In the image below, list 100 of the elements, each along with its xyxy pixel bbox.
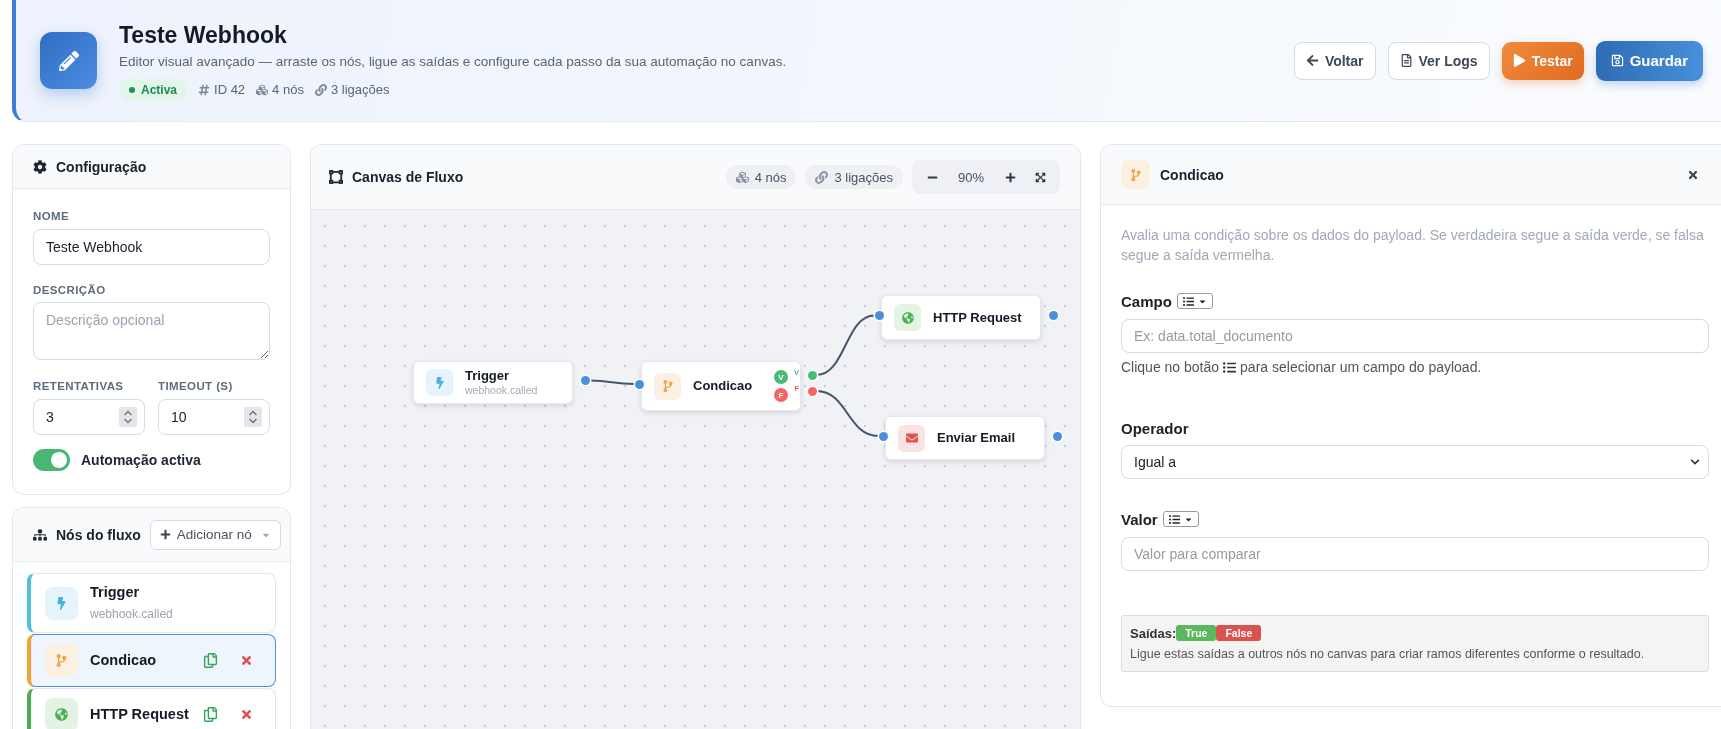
globe-icon bbox=[45, 698, 78, 729]
zoom-level: 90% bbox=[957, 169, 985, 185]
output-badge: F bbox=[774, 388, 788, 402]
flow-node[interactable]: Trigger webhook.called bbox=[413, 361, 573, 404]
input-port-icon[interactable] bbox=[878, 431, 888, 441]
name-field[interactable]: Teste Webhook bbox=[33, 229, 270, 265]
sitemap-icon bbox=[33, 527, 47, 542]
pencil-icon bbox=[40, 32, 97, 89]
cubes-icon bbox=[735, 170, 749, 184]
copy-icon[interactable] bbox=[203, 707, 218, 722]
node-title: Trigger bbox=[465, 368, 511, 384]
input-port-icon[interactable] bbox=[874, 311, 884, 320]
chevron-down-icon bbox=[1690, 457, 1700, 467]
node-title: HTTP Request bbox=[933, 309, 1022, 326]
outputs-label: Saídas: bbox=[1130, 625, 1177, 641]
save-button[interactable]: Guardar bbox=[1595, 40, 1703, 81]
bolt-icon bbox=[45, 586, 78, 620]
field-label: Valor bbox=[1121, 510, 1158, 528]
bolt-icon bbox=[426, 369, 453, 396]
meta-label: 4 nós bbox=[272, 82, 304, 97]
node-list-item[interactable]: HTTP Request bbox=[27, 688, 276, 729]
text-field[interactable]: Valor para comparar bbox=[1121, 537, 1709, 571]
output-port-icon[interactable] bbox=[1052, 431, 1062, 441]
toggle-label: Automação activa bbox=[81, 452, 201, 468]
field-label: DESCRIÇÃO bbox=[33, 283, 107, 297]
output-badge: False bbox=[1216, 625, 1262, 641]
node-name: HTTP Request bbox=[90, 705, 189, 724]
link-icon bbox=[314, 83, 327, 96]
cross-icon[interactable] bbox=[240, 654, 253, 667]
field-picker-button[interactable] bbox=[1162, 511, 1199, 527]
node-list-item[interactable]: Condicao bbox=[27, 634, 276, 687]
meta-label: ID 42 bbox=[214, 82, 246, 97]
stat-label: 4 nós bbox=[754, 169, 787, 185]
node-list-item[interactable]: Trigger webhook.called bbox=[27, 573, 276, 633]
panel-title: Condicao bbox=[1160, 166, 1224, 183]
output-badge: V bbox=[774, 370, 788, 384]
output-port-icon[interactable] bbox=[580, 376, 590, 385]
branch-icon bbox=[1121, 160, 1150, 189]
description-field[interactable]: Descrição opcional bbox=[33, 302, 270, 360]
status-dot-icon bbox=[129, 86, 135, 93]
plus-icon bbox=[159, 529, 171, 540]
outputs-note: Ligue estas saídas a outros nós no canvas para criar ramos diferentes conforme o resultado. bbox=[1130, 646, 1646, 662]
node-subtitle: webhook.called bbox=[465, 384, 538, 397]
plus-icon bbox=[1004, 171, 1016, 183]
list-icon bbox=[1168, 513, 1180, 525]
field-label: Campo bbox=[1121, 292, 1172, 310]
logs-button[interactable]: Ver Logs bbox=[1387, 41, 1490, 80]
card-title: Nós do fluxo bbox=[56, 526, 141, 543]
card-title: Configuração bbox=[56, 158, 147, 175]
list-icon bbox=[1182, 295, 1194, 307]
list-icon bbox=[1223, 360, 1237, 374]
number-field[interactable]: 3 bbox=[33, 399, 145, 435]
cross-icon[interactable] bbox=[240, 708, 253, 721]
expand-icon bbox=[1034, 171, 1046, 183]
field-label: Operador bbox=[1121, 419, 1189, 437]
node-subtitle: webhook.called bbox=[90, 606, 173, 623]
stat-label: 3 ligações bbox=[834, 169, 893, 185]
branch-icon bbox=[654, 372, 681, 400]
output-port-icon[interactable] bbox=[807, 370, 817, 380]
arrow-left-icon bbox=[1305, 54, 1319, 67]
operator-select[interactable]: Igual a bbox=[1121, 445, 1709, 479]
envelope-icon bbox=[898, 424, 925, 452]
link-icon bbox=[815, 170, 829, 184]
hint-text: Clique no botão bbox=[1121, 358, 1220, 376]
close-icon bbox=[1687, 168, 1699, 181]
field-label: TIMEOUT (S) bbox=[158, 379, 234, 393]
settings-icon bbox=[33, 159, 47, 174]
node-title: Condicao bbox=[693, 378, 753, 394]
field-label: NOME bbox=[33, 209, 71, 223]
play-icon bbox=[1512, 54, 1526, 67]
branch-icon bbox=[45, 644, 78, 677]
add-node-button[interactable]: Adicionar nó bbox=[149, 519, 281, 550]
meta-label: 3 ligações bbox=[330, 82, 390, 97]
close-button[interactable] bbox=[1687, 168, 1699, 181]
text-field[interactable]: Ex: data.total_documento bbox=[1121, 319, 1709, 353]
hint-text: para selecionar um campo do payload. bbox=[1240, 358, 1482, 376]
spinner-icon[interactable] bbox=[119, 407, 137, 427]
spinner-icon[interactable] bbox=[244, 407, 262, 427]
back-button[interactable]: Voltar bbox=[1293, 41, 1376, 80]
page-title: Teste Webhook bbox=[119, 20, 288, 49]
field-picker-button[interactable] bbox=[1176, 293, 1213, 309]
flow-node[interactable]: HTTP Request bbox=[881, 295, 1041, 340]
input-port-icon[interactable] bbox=[634, 379, 644, 389]
hash-icon bbox=[198, 83, 211, 96]
document-icon bbox=[1399, 54, 1413, 67]
output-port-icon[interactable] bbox=[1048, 311, 1058, 320]
status-label: Activa bbox=[141, 82, 178, 97]
node-description: Avalia uma condição sobre os dados do payload. Se verdadeira segue a saída verde, se falsa segue a saída vermelha. bbox=[1121, 226, 1705, 265]
card-title: Canvas de Fluxo bbox=[352, 169, 464, 185]
number-field[interactable]: 10 bbox=[158, 399, 270, 435]
node-name: Trigger bbox=[90, 583, 141, 602]
node-name: Condicao bbox=[90, 651, 157, 670]
cubes-icon bbox=[256, 83, 269, 96]
flow-node[interactable]: Enviar Email bbox=[885, 416, 1045, 460]
output-badge: True bbox=[1176, 625, 1217, 641]
globe-icon bbox=[894, 304, 921, 331]
page-subtitle: Editor visual avançado — arraste os nós, ligue as saídas e configure cada passo da sua automação no canvas. bbox=[119, 52, 787, 71]
toggle-switch[interactable] bbox=[33, 449, 70, 471]
copy-icon[interactable] bbox=[203, 653, 218, 668]
output-port-icon[interactable] bbox=[807, 386, 817, 396]
